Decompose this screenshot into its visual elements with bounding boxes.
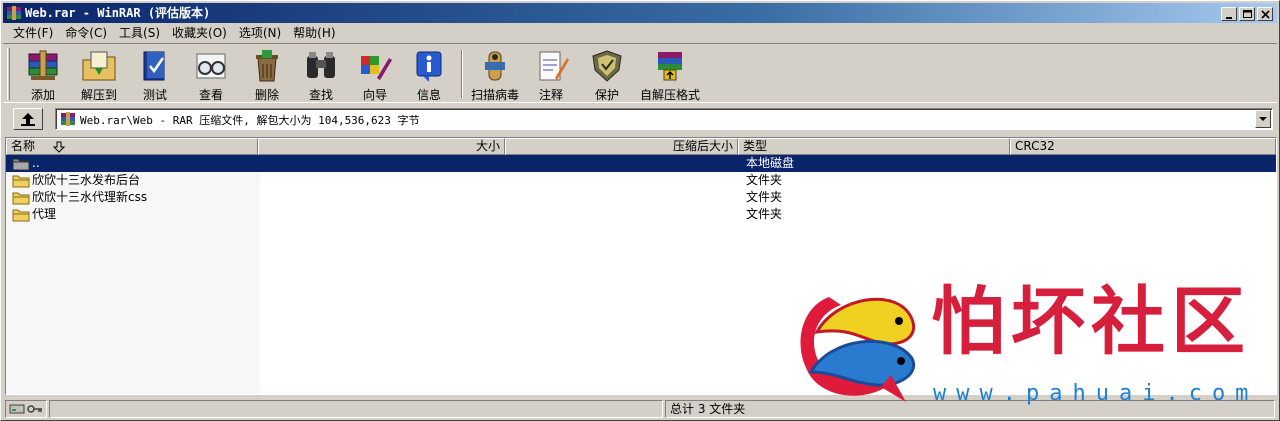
folder-icon [12,175,30,188]
delete-label: 删除 [254,88,279,102]
find-button[interactable]: 查找 [293,48,349,102]
folder-icon [12,192,30,205]
path-combobox[interactable]: Web.rar\Web - RAR 压缩文件, 解包大小为 104,536,62… [55,108,1273,130]
drive-folder-icon [12,158,30,171]
file-name: 代理 [32,207,57,221]
view-button[interactable]: 查看 [183,48,239,102]
close-button[interactable] [1257,7,1273,21]
toolbar: 添加 解压到 测试 查看 删除 查找 向导 信息 扫描病毒 注释 保护 自解压格… [3,43,1277,103]
file-row[interactable]: 欣欣十三水发布后台 文件夹 [6,172,1276,189]
wizard-icon [361,56,392,80]
delete-button[interactable]: 删除 [239,48,295,102]
virus-scan-icon [485,51,505,81]
winrar-app-icon [7,6,21,20]
file-row[interactable]: 代理 文件夹 [6,206,1276,223]
sfx-button[interactable]: 自解压格式 [635,48,705,102]
file-type: 文件夹 [746,173,783,187]
menu-commands[interactable]: 命令(C) [59,24,113,42]
menu-tools[interactable]: 工具(S) [113,24,166,42]
maximize-icon [1243,10,1252,18]
test-book-icon [143,51,165,81]
file-name: 欣欣十三水发布后台 [32,173,141,187]
status-summary: 总计 3 文件夹 [670,402,746,416]
view-label: 查看 [198,88,223,102]
file-type: 文件夹 [746,207,783,221]
status-selection-panel [49,400,663,418]
menu-help[interactable]: 帮助(H) [287,24,341,42]
address-bar: Web.rar\Web - RAR 压缩文件, 解包大小为 104,536,62… [3,105,1277,133]
minimize-button[interactable] [1221,7,1237,21]
extract-to-button[interactable]: 解压到 [71,48,127,102]
menu-file[interactable]: 文件(F) [7,24,59,42]
info-button[interactable]: 信息 [401,48,457,102]
file-type: 文件夹 [746,190,783,204]
file-row-parent[interactable]: .. 本地磁盘 [6,155,1276,172]
path-dropdown-button[interactable] [1255,110,1271,128]
view-glasses-icon [196,53,226,79]
file-name: .. [32,156,40,170]
add-button[interactable]: 添加 [15,48,71,102]
maximize-button[interactable] [1239,7,1255,21]
protect-button[interactable]: 保护 [579,48,635,102]
winrar-window: Web.rar - WinRAR (评估版本) 文件(F) 命令(C) 工具(S… [0,0,1280,421]
menu-favorites[interactable]: 收藏夹(O) [166,24,233,42]
virus-scan-label: 扫描病毒 [470,88,519,102]
archive-books-icon [28,50,58,80]
file-list[interactable]: 名称 大小 压缩后大小 类型 CRC32 .. 本地磁盘 欣欣十三水发布后台 文… [5,137,1277,395]
add-label: 添加 [30,88,55,102]
comment-label: 注释 [538,88,563,102]
archive-icon [61,112,75,126]
find-label: 查找 [308,88,333,102]
file-type: 本地磁盘 [746,156,795,170]
column-header-size[interactable]: 大小 [258,138,505,155]
column-header-crc32[interactable]: CRC32 [1010,138,1276,155]
extract-to-label: 解压到 [80,88,117,102]
minimize-icon [1226,17,1232,19]
comment-button[interactable]: 注释 [523,48,579,102]
window-title: Web.rar - WinRAR (评估版本) [25,6,211,20]
wizard-button[interactable]: 向导 [347,48,403,102]
binoculars-icon [307,52,335,78]
menu-options[interactable]: 选项(N) [233,24,287,42]
column-crc32-label: CRC32 [1015,139,1055,153]
sfx-label: 自解压格式 [639,88,700,102]
protect-label: 保护 [594,88,619,102]
test-button[interactable]: 测试 [127,48,183,102]
delete-bin-icon [256,50,278,82]
test-label: 测试 [142,88,167,102]
toolbar-separator [461,50,463,98]
column-size-label: 大小 [475,139,500,153]
column-header-name[interactable]: 名称 [6,138,258,155]
status-summary-panel: 总计 3 文件夹 [665,400,1275,418]
toolbar-grip[interactable] [7,48,10,100]
column-packed-label: 压缩后大小 [672,139,733,153]
shield-icon [592,50,622,82]
column-name-label: 名称 [11,139,36,153]
sfx-archive-icon [658,52,682,81]
column-header-packed[interactable]: 压缩后大小 [505,138,738,155]
column-header-type[interactable]: 类型 [738,138,1010,155]
comment-note-icon [539,51,569,81]
info-label: 信息 [416,88,441,102]
title-bar[interactable]: Web.rar - WinRAR (评估版本) [3,3,1277,23]
path-text: Web.rar\Web - RAR 压缩文件, 解包大小为 104,536,62… [80,114,420,127]
folder-icon [12,209,30,222]
column-type-label: 类型 [743,139,768,153]
chevron-down-icon [1259,117,1267,121]
status-drive-panel[interactable] [5,400,47,418]
wizard-label: 向导 [362,88,387,102]
info-icon [416,51,442,82]
virus-scan-button[interactable]: 扫描病毒 [467,48,523,102]
file-name: 欣欣十三水代理新css [32,190,148,204]
file-row[interactable]: 欣欣十三水代理新css 文件夹 [6,189,1276,206]
up-arrow-icon [21,113,35,126]
sort-down-arrow-icon [53,141,65,153]
drive-key-icon [9,404,42,414]
up-one-level-button[interactable] [13,108,43,130]
status-bar: 总计 3 文件夹 [3,398,1277,420]
menu-bar: 文件(F) 命令(C) 工具(S) 收藏夹(O) 选项(N) 帮助(H) [3,23,1277,42]
close-icon [1261,10,1270,19]
extract-folder-icon [82,51,116,81]
